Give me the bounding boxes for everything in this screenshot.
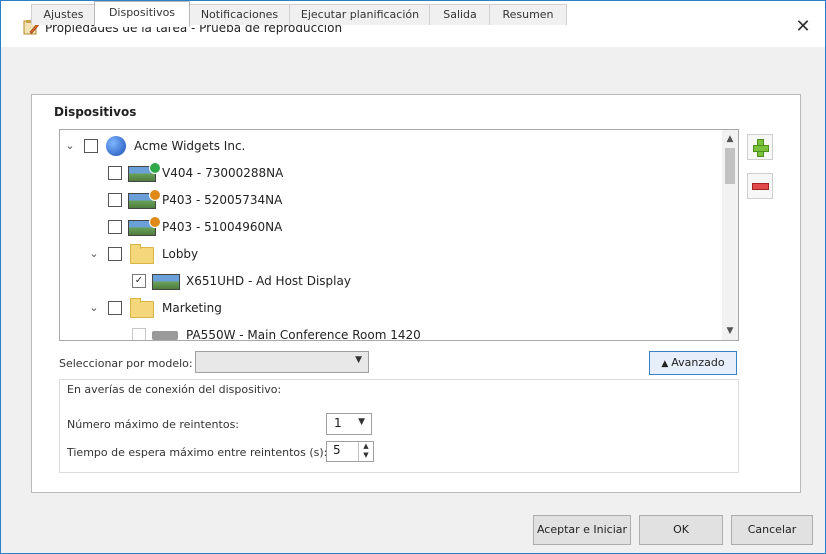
tree-item-label: Lobby [162, 247, 199, 261]
task-properties-window: Propiedades de la tarea - Prueba de repr… [0, 0, 826, 554]
accept-and-start-button[interactable]: Aceptar e Iniciar [533, 515, 631, 545]
tree-row-device[interactable]: P403 - 52005734NA [64, 188, 714, 212]
status-online-icon [149, 162, 161, 174]
checkbox[interactable] [108, 220, 122, 234]
globe-icon [106, 136, 126, 156]
tree-row-device[interactable]: P403 - 51004960NA [64, 215, 714, 239]
connection-errors-legend: En averías de conexión del dispositivo: [67, 383, 282, 396]
tree-item-label: P403 - 52005734NA [162, 193, 283, 207]
tab-dispositivos[interactable]: Dispositivos [94, 1, 190, 27]
scroll-up-icon[interactable]: ▲ [722, 132, 738, 146]
folder-icon [130, 244, 154, 264]
tab-salida[interactable]: Salida [429, 4, 491, 25]
max-retries-label: Número máximo de reintentos: [67, 418, 240, 431]
devices-group-title: Dispositivos [54, 105, 137, 119]
tree-row-lobby[interactable]: ⌄ Lobby [64, 242, 714, 266]
checkbox-checked[interactable]: ✓ [132, 274, 146, 288]
tab-ejecutar-planificacion[interactable]: Ejecutar planificación [289, 4, 431, 25]
minus-icon[interactable] [752, 183, 769, 190]
tree-row-marketing[interactable]: ⌄ Marketing [64, 296, 714, 320]
max-retries-dropdown[interactable]: 1 ▼ [326, 413, 372, 435]
checkbox[interactable] [108, 166, 122, 180]
stepper-arrows-icon[interactable]: ▲ ▼ [358, 442, 373, 461]
tab-ajustes[interactable]: Ajustes [31, 4, 96, 25]
status-warning-icon [149, 189, 161, 201]
max-wait-label: Tiempo de espera máximo entre reintentos… [67, 446, 328, 459]
chevron-down-icon[interactable]: ▼ [358, 417, 365, 427]
tab-notificaciones[interactable]: Notificaciones [188, 4, 291, 25]
tab-resumen[interactable]: Resumen [489, 4, 567, 25]
close-icon[interactable]: ✕ [795, 16, 810, 37]
chevron-down-icon[interactable]: ⌄ [64, 134, 76, 158]
tree-item-label: Acme Widgets Inc. [134, 139, 246, 153]
display-icon [128, 189, 161, 209]
display-icon [128, 162, 161, 182]
tree-scrollbar[interactable]: ▲ ▼ [722, 130, 738, 340]
checkbox[interactable] [84, 139, 98, 153]
ok-button[interactable]: OK [639, 515, 723, 545]
chevron-down-icon[interactable]: ⌄ [88, 242, 100, 266]
max-wait-stepper[interactable]: 5 ▲ ▼ [326, 441, 374, 462]
max-retries-value: 1 [334, 416, 342, 430]
triangle-up-icon: ▲ [661, 359, 672, 369]
status-warning-icon [149, 216, 161, 228]
tree-item-label: Marketing [162, 301, 222, 315]
tree-row-device[interactable]: ✓ X651UHD - Ad Host Display [64, 269, 714, 293]
add-device-button[interactable] [747, 134, 773, 160]
checkbox[interactable] [108, 193, 122, 207]
projector-icon [152, 331, 178, 340]
checkbox[interactable] [108, 247, 122, 261]
checkbox[interactable] [108, 301, 122, 315]
max-wait-value[interactable]: 5 [333, 443, 341, 457]
scroll-down-icon[interactable]: ▼ [722, 324, 738, 338]
tree-row-acme[interactable]: ⌄ Acme Widgets Inc. [64, 134, 714, 158]
tree-row-device[interactable]: V404 - 73000288NA [64, 161, 714, 185]
advanced-button[interactable]: ▲ Avanzado [649, 351, 737, 375]
advanced-button-label: Avanzado [671, 356, 725, 369]
device-tree[interactable]: ⌄ Acme Widgets Inc. V404 - 73000288NA P4… [59, 129, 739, 341]
tree-item-label: P403 - 51004960NA [162, 220, 283, 234]
cancel-button[interactable]: Cancelar [731, 515, 813, 545]
folder-icon [130, 298, 154, 318]
checkbox[interactable] [132, 328, 146, 340]
select-by-model-label: Seleccionar por modelo: [59, 357, 193, 370]
tree-row-device[interactable]: PA550W - Main Conference Room 1420 [64, 323, 714, 341]
close-button[interactable]: ✕ [791, 15, 815, 39]
display-icon [152, 274, 180, 290]
tree-item-label: V404 - 73000288NA [162, 166, 284, 180]
tree-item-label: X651UHD - Ad Host Display [186, 274, 351, 288]
tree-item-label: PA550W - Main Conference Room 1420 [186, 328, 421, 341]
remove-device-button[interactable] [747, 173, 773, 199]
display-icon [128, 216, 161, 236]
select-by-model-dropdown[interactable]: ▼ [195, 351, 369, 373]
chevron-down-icon[interactable]: ⌄ [88, 296, 100, 320]
scroll-thumb[interactable] [725, 148, 735, 184]
chevron-down-icon[interactable]: ▼ [355, 355, 362, 365]
